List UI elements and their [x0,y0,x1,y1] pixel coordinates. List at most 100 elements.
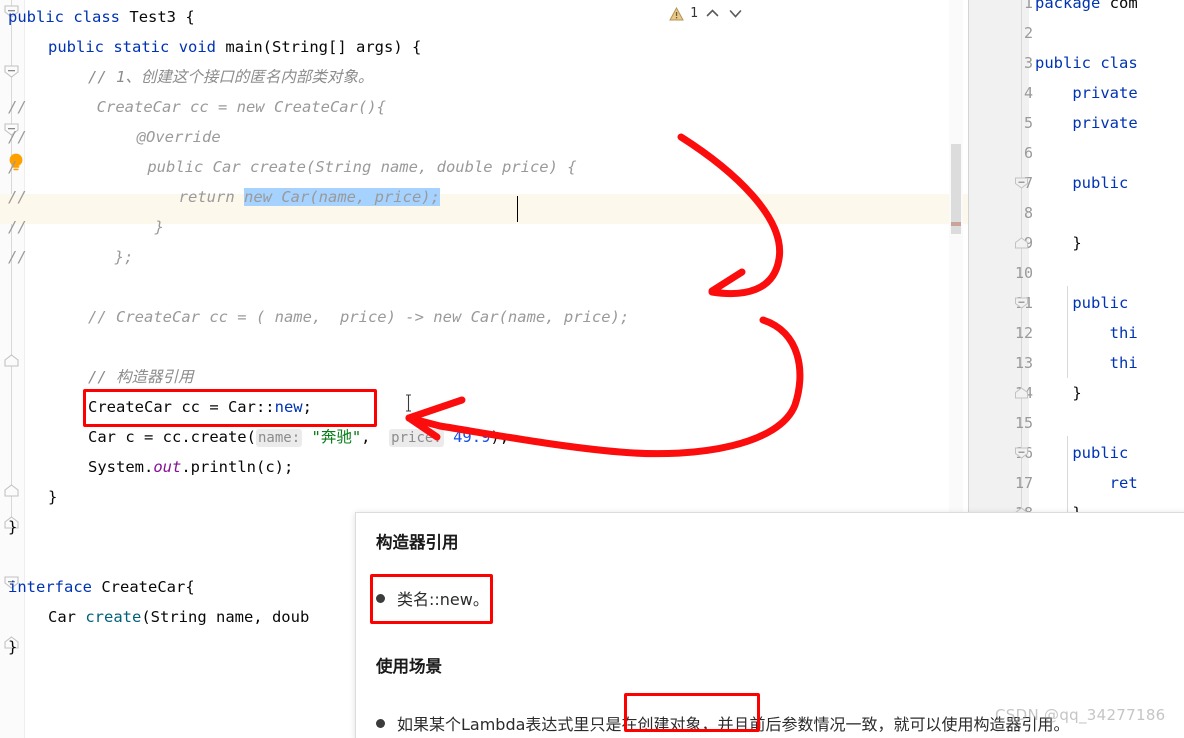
popup-bullet-item-2: 如果某个Lambda表达式里只是在创建对象，并且前后参数情况一致，就可以使用构造… [376,711,1069,735]
line-number: 1 [1023,0,1033,12]
code-line-text: System.out.println(c); [88,458,294,476]
code-line[interactable]: public [1035,288,1184,318]
comment-prefix: // [8,248,27,266]
code-line-text: public clas [1035,54,1138,72]
fold-marker-collapse[interactable] [1014,294,1029,309]
code-line-text: public [1072,174,1129,192]
bullet-dot-icon [376,719,385,728]
popup-title: 构造器引用 [376,533,459,552]
line-number: 4 [1023,84,1033,102]
line-number: 2 [1023,24,1033,42]
comment-prefix: / [8,158,18,176]
code-line[interactable]: // return new Car(name, price); [0,182,968,212]
code-line-text: public class Test3 { [8,8,195,26]
code-line[interactable]: ret [1035,468,1184,498]
code-line[interactable]: public class Test3 { [0,2,968,32]
fold-marker-expand[interactable] [1014,234,1029,249]
popup-item-2-before: 如果某个Lambda表达式里 [397,715,590,734]
popup-item-1-text: 类名::new。 [397,590,489,609]
line-number: 5 [1023,114,1033,132]
code-line-text: package com [1035,0,1138,12]
code-line[interactable]: // @Override [0,122,968,152]
text-caret [517,196,518,222]
code-line-text: ret [1109,474,1138,492]
inspection-warning-count: 1 [690,5,698,21]
code-line[interactable]: //} [0,212,968,242]
code-line-text: } [1072,234,1082,252]
scrollbar-thumb[interactable] [951,144,961,234]
code-line-text: public static void main(String[] args) { [48,38,422,56]
code-line[interactable]: // CreateCar cc = new CreateCar(){ [0,92,968,122]
code-line[interactable]: / public Car create(String name, double p… [0,152,968,182]
code-line[interactable]: //}; [0,242,968,272]
popup-bullet-item-1: 类名::new。 [376,586,489,610]
code-line[interactable]: // 构造器引用 [0,362,968,392]
code-line-constructor-ref[interactable]: CreateCar cc = Car::new; [0,392,968,422]
inspection-widget[interactable]: 1 [661,0,752,26]
line-number: 12 [1014,324,1033,342]
code-line-text: }; [114,248,134,266]
error-stripe-marker[interactable] [951,222,961,226]
popup-item-2-boxed: 只是在创建对象 [589,715,702,734]
fold-marker-collapse[interactable] [1014,444,1029,459]
code-line-text: private [1072,84,1138,102]
code-line-text: public [1072,294,1129,312]
code-line[interactable]: Car c = cc.create(name: "奔驰", price: 49.… [0,422,968,452]
popup-section-title-2: 使用场景 [376,657,442,676]
code-line-text: // 1、创建这个接口的匿名内部类对象。 [88,68,374,86]
code-line[interactable]: } [0,482,968,512]
code-line-text: thi [1109,354,1138,372]
code-line[interactable]: public static void main(String[] args) { [0,32,968,62]
code-line-text: CreateCar cc = Car::new; [88,398,312,416]
line-number: 17 [1014,474,1033,492]
code-line[interactable]: thi [1035,348,1184,378]
code-line-text: interface CreateCar{ [8,578,195,596]
code-line-text: } [154,218,165,236]
csdn-watermark: CSDN @qq_34277186 [995,706,1166,724]
code-line[interactable]: public clas [1035,48,1184,78]
code-line-text: return new Car(name, price); [178,188,440,206]
code-line-text: @Override [136,128,221,146]
code-line[interactable]: private [1035,78,1184,108]
line-number: 13 [1014,354,1033,372]
code-line-text: CreateCar cc = new CreateCar(){ [96,98,386,116]
comment-prefix: // [8,188,27,206]
fold-marker-collapse[interactable] [1014,174,1029,189]
line-number: 3 [1023,54,1033,72]
code-line-text: } [1072,384,1082,402]
code-line[interactable]: package com [1035,0,1184,18]
comment-prefix: // [8,218,27,236]
code-line-text: thi [1109,324,1138,342]
code-line[interactable]: // CreateCar cc = ( name, price) -> new … [0,302,968,332]
code-line-text: private [1072,114,1138,132]
bullet-dot-icon [376,594,385,603]
comment-prefix: // [8,128,27,146]
code-line[interactable]: } [1035,378,1184,408]
code-line[interactable]: private [1035,108,1184,138]
comment-prefix: // [8,98,27,116]
code-line-text: } [48,488,58,506]
code-line[interactable]: thi [1035,318,1184,348]
warning-triangle-icon[interactable] [669,6,685,21]
line-number: 8 [1023,204,1033,222]
code-line[interactable]: System.out.println(c); [0,452,968,482]
code-line[interactable]: public [1035,438,1184,468]
code-line-text: Car c = cc.create(name: "奔驰", price: 49.… [88,428,510,447]
code-line[interactable]: } [1035,228,1184,258]
code-line-text: // 构造器引用 [88,368,194,386]
code-line-text: Car create(String name, doub [48,608,310,626]
code-line-text: public [1072,444,1129,462]
line-number: 15 [1014,414,1033,432]
fold-marker-expand[interactable] [1014,384,1029,399]
code-line[interactable]: public [1035,168,1184,198]
notes-popup-panel: 构造器引用 类名::new。 使用场景 如果某个Lambda表达式里只是在创建对… [355,512,1184,738]
code-line-text: // CreateCar cc = ( name, price) -> new … [88,308,630,326]
chevron-down-icon[interactable] [727,5,744,22]
code-line-text: } [8,638,18,656]
code-line-text: } [8,518,18,536]
code-line[interactable]: // 1、创建这个接口的匿名内部类对象。 [0,62,968,92]
code-line-text: public Car create(String name, double pr… [147,158,577,176]
chevron-up-icon[interactable] [704,5,721,22]
ide-screenshot-root: public class Test3 { public static void … [0,0,1184,738]
line-number: 10 [1014,264,1033,282]
